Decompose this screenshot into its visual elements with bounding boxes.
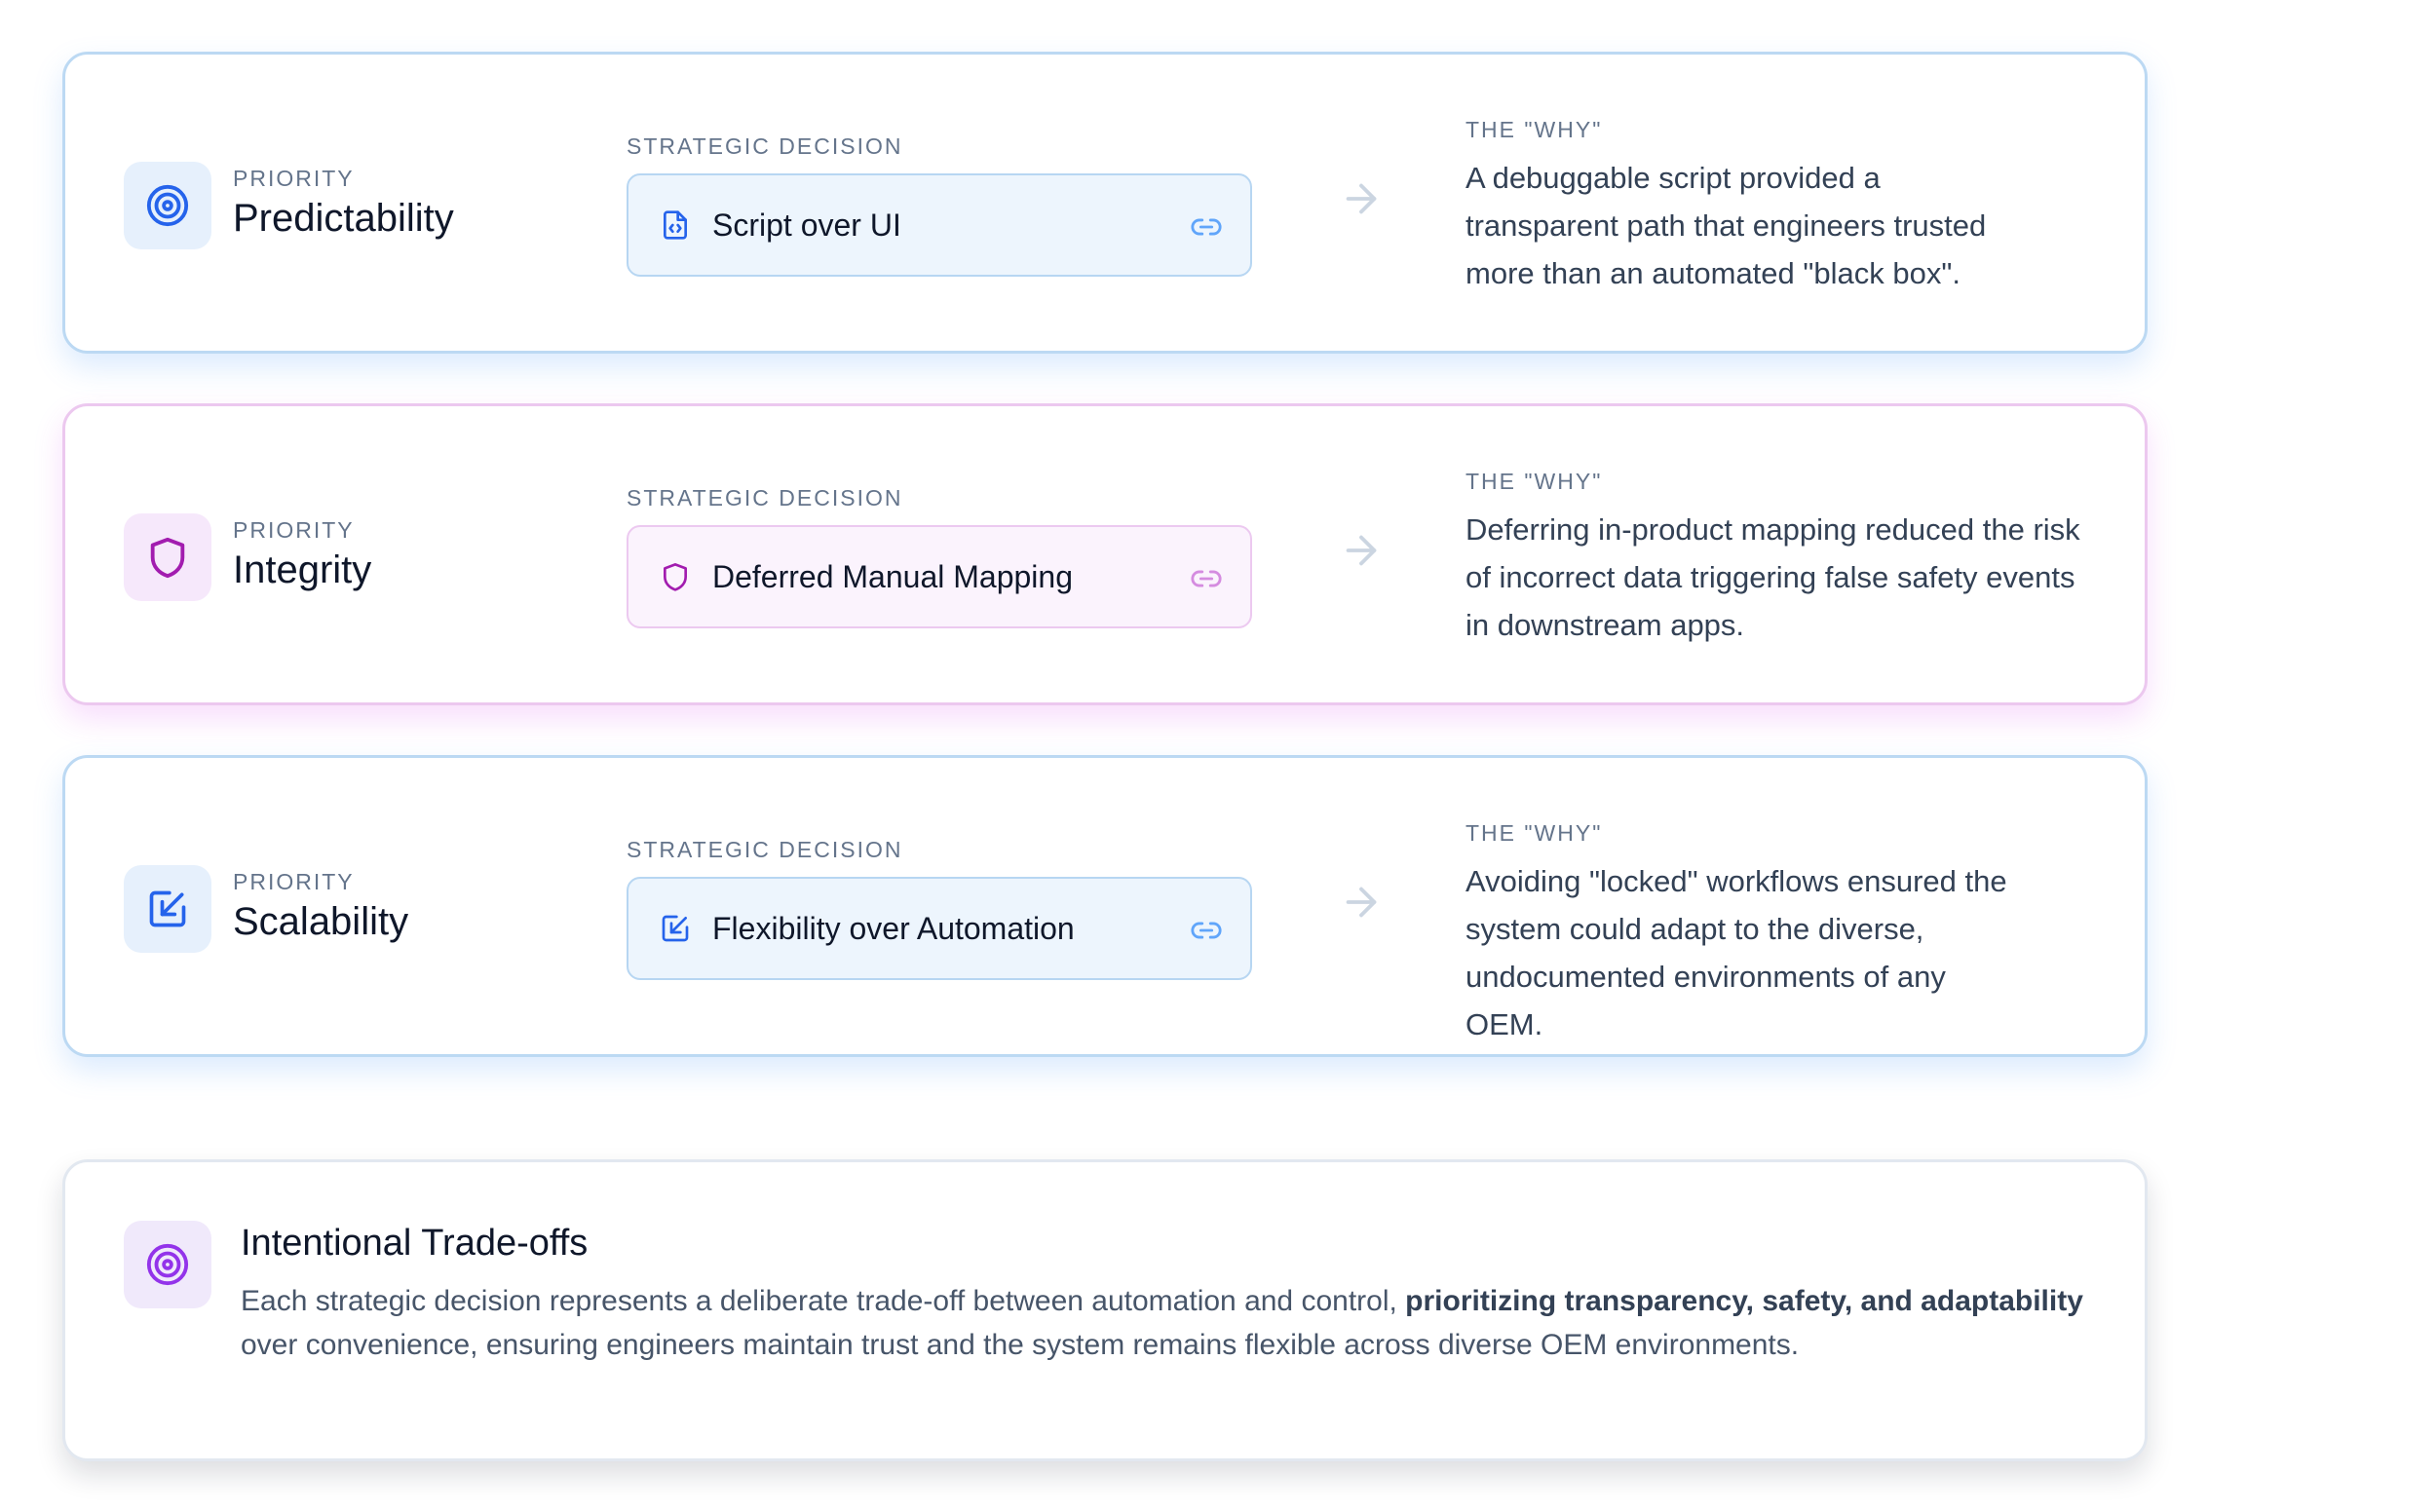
decision-chip[interactable]: Deferred Manual Mapping <box>627 525 1252 628</box>
why-text: A debuggable script provided a transpare… <box>1465 161 1987 290</box>
external-edit-icon <box>149 890 186 927</box>
target-icon <box>146 184 189 227</box>
link-icon[interactable] <box>1190 562 1223 595</box>
decision-text: Script over UI <box>712 207 901 243</box>
arrow-right-icon <box>1346 887 1377 918</box>
summary-text-start: Each strategic decision represents a del… <box>241 1285 1406 1317</box>
priority-card-scalability: PRIORITY Scalability STRATEGIC DECISION … <box>62 755 2148 1057</box>
link-icon[interactable] <box>1190 914 1223 947</box>
decision-label: STRATEGIC DECISION <box>627 837 903 862</box>
priority-label: PRIORITY <box>233 517 355 543</box>
arrow-right-icon <box>1346 183 1377 214</box>
file-code-icon <box>658 208 693 243</box>
decision-chip[interactable]: Flexibility over Automation <box>627 877 1252 980</box>
shield-icon <box>150 537 185 579</box>
priority-label: PRIORITY <box>233 166 355 191</box>
why-label: THE "WHY" <box>1465 820 1603 846</box>
decision-text: Flexibility over Automation <box>712 910 1075 946</box>
priority-icon-tile <box>124 513 211 601</box>
summary-text-emphasis: prioritizing transparency, safety, and a… <box>1405 1285 2083 1317</box>
decision-text: Deferred Manual Mapping <box>712 558 1073 594</box>
priority-icon-tile <box>124 865 211 953</box>
summary-text-end: over convenience, ensuring engineers mai… <box>241 1329 1800 1361</box>
priority-card-integrity: PRIORITY Integrity STRATEGIC DECISION De… <box>62 403 2148 705</box>
summary-icon-tile <box>124 1221 211 1308</box>
summary-title: Intentional Trade-offs <box>241 1223 589 1264</box>
decision-label: STRATEGIC DECISION <box>627 485 903 510</box>
decision-label: STRATEGIC DECISION <box>627 133 903 159</box>
priority-card-predictability: PRIORITY Predictability STRATEGIC DECISI… <box>62 52 2148 354</box>
arrow-right-icon <box>1346 535 1377 566</box>
why-text: Avoiding "locked" workflows ensured the … <box>1465 864 2007 1041</box>
summary-card: Intentional Trade-offs Each strategic de… <box>62 1159 2148 1461</box>
priority-value: Integrity <box>233 548 372 591</box>
summary-text: Each strategic decision represents a del… <box>241 1279 2092 1367</box>
external-edit-icon <box>658 911 693 946</box>
link-icon[interactable] <box>1190 210 1223 244</box>
priority-icon-tile <box>124 162 211 249</box>
shield-icon <box>658 559 693 594</box>
priority-label: PRIORITY <box>233 869 355 894</box>
priority-value: Predictability <box>233 197 454 240</box>
target-icon <box>146 1243 189 1286</box>
page: PRIORITY Predictability STRATEGIC DECISI… <box>0 0 2436 1512</box>
priority-value: Scalability <box>233 900 409 943</box>
why-label: THE "WHY" <box>1465 117 1603 142</box>
decision-chip[interactable]: Script over UI <box>627 173 1252 277</box>
why-label: THE "WHY" <box>1465 469 1603 494</box>
why-text: Deferring in-product mapping reduced the… <box>1465 512 2080 642</box>
